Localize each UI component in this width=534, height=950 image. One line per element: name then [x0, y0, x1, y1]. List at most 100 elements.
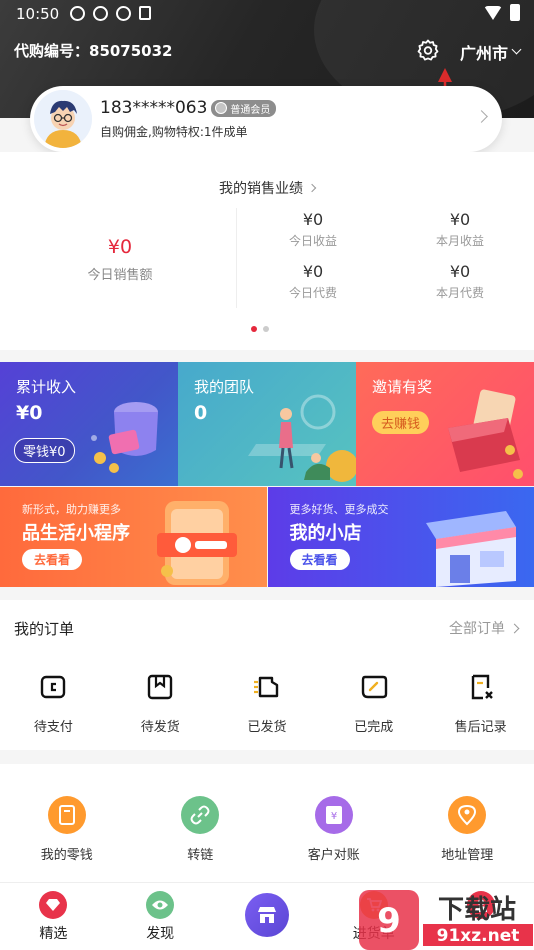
stat-label: 本月收益: [435, 234, 484, 248]
link-icon: [181, 796, 220, 834]
carousel-dots: [251, 326, 269, 332]
earn-pill[interactable]: 去赚钱: [372, 411, 430, 434]
gift-illustration-icon: [448, 389, 523, 479]
truck-icon: [253, 676, 279, 698]
location-icon: [448, 796, 487, 834]
all-orders-label: 全部订单: [449, 621, 505, 637]
stat-value: ¥0: [449, 262, 471, 281]
order-label: 售后记录: [454, 720, 507, 735]
carousel-dot-active: [251, 326, 257, 332]
tool-label: 客户对账: [307, 848, 360, 863]
tool-convert-link[interactable]: 转链: [134, 796, 268, 882]
mini-program-title: 品生活小程序: [22, 523, 130, 544]
today-sales-label: 今日销售额: [87, 268, 153, 283]
user-phone: 183*****063: [100, 98, 208, 118]
order-shipped[interactable]: 已发货: [214, 672, 321, 735]
user-card[interactable]: 183*****063 普通会员 自购佣金,购物特权:1件成单: [30, 86, 502, 152]
order-pending-shipment[interactable]: 待发货: [107, 672, 214, 735]
wallet-icon: [41, 675, 66, 699]
my-shop-subtitle: 更多好货、更多成交: [289, 503, 389, 516]
carousel-dot: [263, 326, 269, 332]
order-completed[interactable]: 已完成: [320, 672, 427, 735]
my-shop-banner[interactable]: 更多好货、更多成交 我的小店 去看看: [267, 487, 534, 587]
header-bar: 代购编号：85075032 广州市: [14, 38, 522, 64]
gear-icon[interactable]: [416, 38, 440, 62]
change-pill[interactable]: 零钱¥0: [14, 438, 75, 463]
chevron-right-icon: [307, 183, 317, 193]
phone-illustration-icon: [156, 501, 237, 585]
wifi-icon: [484, 5, 502, 20]
invite-tile[interactable]: 邀请有奖 去赚钱: [356, 362, 534, 486]
tab-featured[interactable]: 精选: [0, 883, 107, 950]
tab-label: 发现: [146, 926, 175, 942]
watermark-mark-text: 9: [377, 901, 401, 941]
chevron-down-icon: [511, 44, 522, 55]
notification-icons: [70, 6, 151, 21]
income-tile[interactable]: 累计收入 ¥0 零钱¥0: [0, 362, 178, 486]
tool-label: 地址管理: [441, 848, 494, 863]
wallet-illustration-icon: [91, 402, 158, 473]
mini-program-button[interactable]: 去看看: [22, 549, 83, 570]
store-illustration-icon: [426, 511, 516, 587]
watermark-text-top: 下载站: [438, 895, 516, 925]
order-label: 已发货: [247, 720, 287, 735]
package-icon: [147, 674, 173, 700]
team-illustration-icon: [248, 394, 356, 482]
battery-icon: [510, 4, 520, 21]
stat-value: ¥0: [302, 262, 324, 281]
stat-today-earnings: ¥0 今日收益: [258, 210, 368, 249]
tool-address-management[interactable]: 地址管理: [401, 796, 534, 882]
stat-label: 本月代费: [435, 286, 484, 300]
stat-month-earnings: ¥0 本月收益: [405, 210, 515, 249]
today-sales-value: ¥0: [107, 236, 133, 258]
tab-discover[interactable]: 发现: [107, 883, 214, 950]
divider: [236, 208, 237, 308]
orders-section: 我的订单 全部订单 待支付 待发货 已发货 已完成 售后记录: [0, 600, 534, 750]
stat-value: ¥0: [302, 210, 324, 229]
sales-title-link[interactable]: 我的销售业绩: [0, 178, 534, 198]
member-badge: 普通会员: [211, 99, 277, 117]
tab-shop[interactable]: [214, 883, 321, 950]
tab-label: 精选: [39, 926, 68, 942]
team-value: 0: [194, 402, 208, 424]
medal-icon: [215, 102, 228, 114]
tool-label: 转链: [187, 848, 214, 863]
order-label: 已完成: [354, 720, 394, 735]
today-sales: ¥0 今日销售额: [60, 236, 180, 283]
after-sale-icon: [471, 674, 493, 700]
eye-icon: [146, 891, 175, 919]
wallet-icon: [47, 796, 86, 834]
mini-program-banner[interactable]: 新形式，助力赚更多 品生活小程序 去看看: [0, 487, 267, 587]
avatar[interactable]: [34, 90, 92, 148]
tool-customer-billing[interactable]: ¥ 客户对账: [267, 796, 401, 882]
box-check-icon: [361, 675, 387, 699]
stat-today-fee: ¥0 今日代费: [258, 262, 368, 301]
stat-label: 今日收益: [288, 234, 337, 248]
user-perk: 自购佣金,购物特权:1件成单: [100, 125, 248, 139]
order-label: 待支付: [33, 720, 73, 735]
status-bar: 10:50: [0, 0, 534, 28]
stat-month-fee: ¥0 本月代费: [405, 262, 515, 301]
site-watermark-logo: 9 下载站 91xz.net: [359, 890, 533, 950]
team-title: 我的团队: [194, 378, 255, 396]
watermark-text-bottom: 91xz.net: [437, 926, 520, 946]
orders-title: 我的订单: [14, 620, 75, 638]
all-orders-link[interactable]: 全部订单: [449, 618, 520, 638]
city-selector[interactable]: 广州市: [460, 40, 522, 64]
team-tile[interactable]: 我的团队 0: [178, 362, 356, 486]
invite-title: 邀请有奖: [372, 378, 433, 396]
tools-section: 我的零钱 转链 ¥ 客户对账 地址管理: [0, 764, 534, 882]
order-after-sale[interactable]: 售后记录: [427, 672, 534, 735]
notification-icon: [93, 6, 108, 21]
order-pending-payment[interactable]: 待支付: [0, 672, 107, 735]
income-value: ¥0: [16, 402, 43, 424]
shop-icon: [244, 893, 289, 937]
income-title: 累计收入: [16, 378, 77, 396]
status-time: 10:50: [16, 5, 60, 23]
sales-panel: 我的销售业绩 ¥0 今日销售额 ¥0 今日收益 ¥0 本月收益 ¥0 今日代费 …: [0, 152, 534, 350]
stat-value: ¥0: [449, 210, 471, 229]
bill-icon: ¥: [314, 796, 353, 834]
chevron-right-icon: [475, 110, 488, 123]
my-shop-button[interactable]: 去看看: [289, 549, 350, 570]
tool-my-change[interactable]: 我的零钱: [0, 796, 134, 882]
